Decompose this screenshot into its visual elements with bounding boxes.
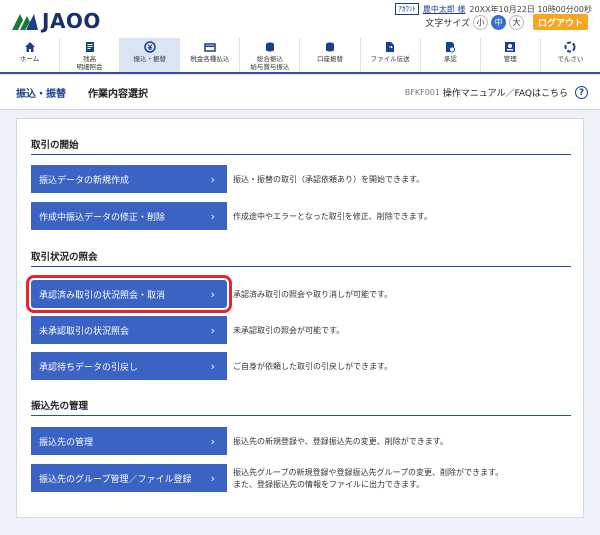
page-category: 振込・振替 [16,89,66,100]
button-label: 振込データの新規作成 [39,175,130,186]
font-size-medium-button[interactable]: 中 [491,14,506,30]
nav-item-file-transfer[interactable]: ファイル伝送 [361,38,421,72]
description-line: 振込先グループの新規登録や登録振込先グループの変更、削除ができます。 [233,468,504,477]
nav-item-admin[interactable]: 管理 [481,38,541,72]
nav-label: 残高 明細照会 [76,55,103,71]
coin-stack-icon [326,42,335,52]
nav-item-home[interactable]: ホーム [0,38,61,72]
nav-item-bulk-transfer[interactable]: 総合振込 給与賞与振込 [240,38,301,72]
global-nav: ホーム 残高 明細照会 振込・振替 税金各種払込 総合振込 給与賞与振込 口座振… [0,38,600,74]
help-link[interactable]: 操作マニュアル／FAQはこちら [443,86,568,99]
nav-label: 管理 [503,55,517,63]
ja-logo-mark-icon [12,14,38,30]
help-icon[interactable]: ? [575,86,588,99]
densai-icon [564,41,576,53]
user-name-link[interactable]: 農中太郎 様 [423,4,466,15]
edit-draft-transfer-button[interactable]: 作成中振込データの修正・削除 › [31,202,227,230]
yen-transfer-icon [143,41,156,53]
file-transfer-icon [386,42,395,52]
button-label: 未承認取引の状況照会 [39,326,130,337]
chevron-right-icon: › [210,472,215,485]
approved-transaction-inquiry-button[interactable]: 承認済み取引の状況照会・取消 › [26,275,232,313]
logo: JAOO [10,9,101,33]
logout-button[interactable]: ログアウト [533,14,588,30]
button-label: 承認済み取引の状況照会・取消 [39,290,166,301]
last-login-time: 20XX年10月22日 10時00分00秒 [469,4,592,14]
action-description: 未承認取引の照会が可能です。 [233,326,345,335]
logo-text: JAOO [42,9,101,33]
chevron-right-icon: › [210,360,215,373]
screen-code: BFKF001 [404,88,440,97]
action-description: 振込先グループの新規登録や登録振込先グループの変更、削除ができます。 また、登録… [233,467,503,491]
action-description: 作成途中やエラーとなった取引を修正、削除できます。 [233,212,432,221]
chevron-right-icon: › [210,210,215,223]
nav-item-balance[interactable]: 残高 明細照会 [60,38,121,72]
account-badge: ｱｶｳﾝﾄ [395,3,419,15]
admin-icon [505,42,516,52]
nav-item-account-transfer[interactable]: 口座振替 [300,38,361,72]
nav-label: 税金各種払込 [190,55,230,63]
font-size-small-button[interactable]: 小 [473,14,488,30]
nav-label: 振込・振替 [133,55,166,63]
action-description: 承認済み取引の照会や取り消しが可能です。 [233,290,393,299]
chevron-right-icon: › [210,173,215,186]
pending-data-recall-button[interactable]: 承認待ちデータの引戻し › [31,352,227,380]
approve-icon [446,42,456,53]
page-header: 振込・振替 作業内容選択 BFKF001 操作マニュアル／FAQはこちら ? [0,76,600,110]
font-size-large-button[interactable]: 大 [509,14,524,30]
tax-payment-icon [204,43,216,52]
nav-item-approve[interactable]: 承認 [421,38,481,72]
nav-item-transfer[interactable]: 振込・振替 [120,38,181,72]
nav-label: 承認 [443,55,457,63]
button-label: 振込先のグループ管理／ファイル登録 [39,474,192,485]
nav-label: 口座振替 [317,55,344,63]
nav-label: でんさい [557,55,584,63]
chevron-right-icon: › [210,435,215,448]
nav-label: ホーム [19,55,40,63]
chevron-right-icon: › [210,324,215,337]
task-selection-card: 取引の開始 振込データの新規作成 › 振込・振替の取引（承認依頼あり）を開始でき… [16,118,584,518]
font-size-controls: 文字サイズ 小 中 大 ログアウト [425,14,588,30]
nav-label: ファイル伝送 [370,55,410,63]
button-label: 振込先の管理 [39,437,94,448]
button-label: 作成中振込データの修正・削除 [39,212,166,223]
coin-stack-icon [265,42,274,52]
home-icon [24,42,35,52]
nav-item-tax[interactable]: 税金各種払込 [180,38,241,72]
action-description: 振込先の新規登録や、登録振込先の変更、削除ができます。 [233,437,448,446]
action-description: ご自身が依頼した取引の引戻しができます。 [233,362,393,371]
header: JAOO ｱｶｳﾝﾄ 農中太郎 様 20XX年10月22日 10時00分00秒 … [0,0,600,38]
button-label: 承認待ちデータの引戻し [39,362,139,373]
payee-management-button[interactable]: 振込先の管理 › [31,427,227,455]
document-icon [85,42,94,52]
font-size-label: 文字サイズ [425,18,470,29]
unapproved-transaction-inquiry-button[interactable]: 未承認取引の状況照会 › [31,316,227,344]
section-title-payee: 振込先の管理 [31,398,571,416]
nav-item-densai[interactable]: でんさい [541,38,600,72]
nav-label: 総合振込 給与賞与振込 [250,55,290,71]
section-title-start: 取引の開始 [31,137,571,155]
payee-group-file-button[interactable]: 振込先のグループ管理／ファイル登録 › [31,464,227,492]
section-title-status: 取引状況の照会 [31,249,571,267]
chevron-right-icon: › [210,288,215,301]
action-description: 振込・振替の取引（承認依頼あり）を開始できます。 [233,175,425,184]
description-line: また、登録振込先の情報をファイルに出力できます。 [233,480,425,489]
page-title: 作業内容選択 [88,89,148,100]
new-transfer-data-button[interactable]: 振込データの新規作成 › [31,165,227,193]
